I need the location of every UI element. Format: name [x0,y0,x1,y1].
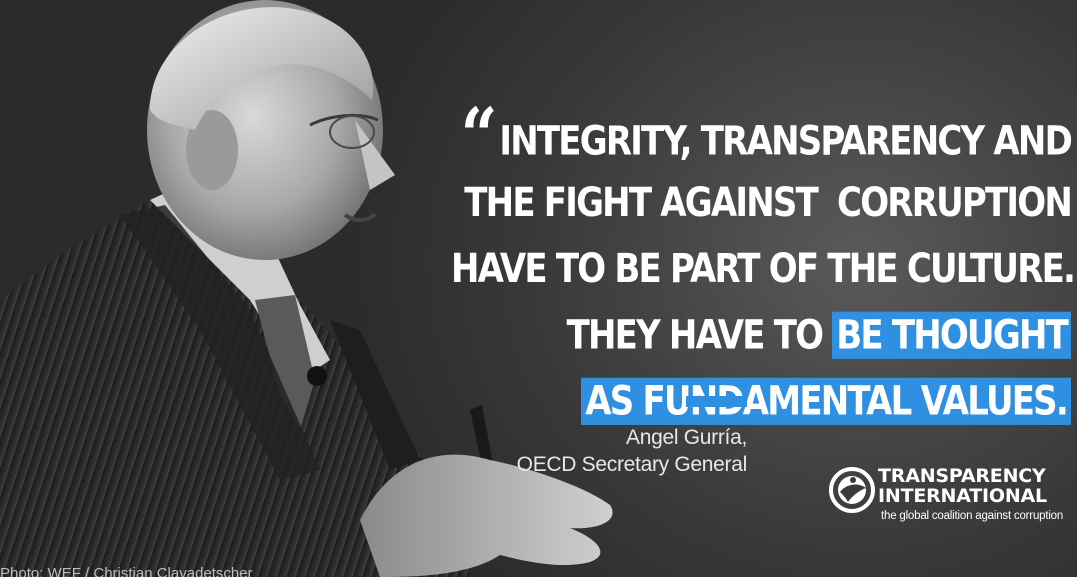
transparency-international-globe-icon [829,467,875,513]
quote-line-1: “INTEGRITY, TRANSPARENCY AND [460,92,1073,181]
quote-line-4-plain: THEY HAVE TO [566,311,833,359]
speaker-role: OECD Secretary General [516,453,748,476]
attribution: Angel Gurría, OECD Secretary General [516,424,748,478]
quote-line-4: THEY HAVE TO BE THOUGHT [451,302,1071,368]
transparency-international-logo: TRANSPARENCY INTERNATIONAL the global co… [828,466,1073,526]
quote-line-3: HAVE TO BE PART OF THE CULTURE. [451,245,1076,293]
logo-name-line-2: INTERNATIONAL [878,485,1047,507]
accent-divider [686,396,747,407]
quote-highlight-2: AS FUNDAMENTAL VALUES. [581,377,1071,425]
photo-credit: Photo: WEF / Christian Clavadetscher [0,565,253,577]
logo-tagline: the global coalition against corruption [881,510,1064,522]
quote-line-2: THE FIGHT AGAINST CORRUPTION [464,179,1073,227]
logo-name-line-1: TRANSPARENCY [878,465,1046,487]
speaker-name: Angel Gurría, [626,426,747,449]
quote-text: “INTEGRITY, TRANSPARENCY AND THE FIGHT A… [451,92,1076,434]
quote-card: “INTEGRITY, TRANSPARENCY AND THE FIGHT A… [0,0,1077,577]
quote-highlight-1: BE THOUGHT [832,311,1071,359]
quote-mark-icon: “ [460,92,498,181]
logo-wordmark: TRANSPARENCY INTERNATIONAL [878,466,1047,506]
